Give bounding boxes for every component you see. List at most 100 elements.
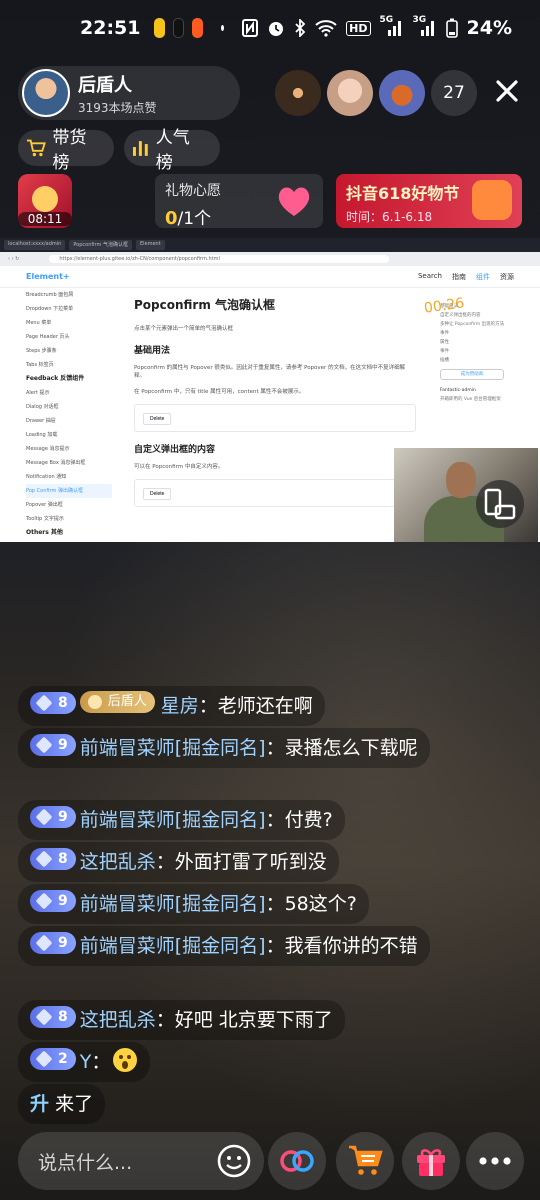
- chat-message[interactable]: 9 前端冒菜师[掘金同名]：58这个?: [18, 884, 369, 924]
- gift-wish-total: /1个: [177, 209, 212, 229]
- chat-username[interactable]: 这把乱杀: [80, 1009, 156, 1031]
- app-notification-icon: [154, 18, 166, 38]
- chat-input[interactable]: 说点什么...: [18, 1132, 264, 1190]
- sponsor-button[interactable]: 成为赞助商: [440, 369, 505, 380]
- host-likes: 3193本场点赞: [78, 100, 157, 115]
- upgrade-icon: 升: [30, 1093, 50, 1115]
- shop-button[interactable]: [336, 1132, 394, 1190]
- toc-item[interactable]: 事件: [440, 329, 504, 338]
- sidebar-item[interactable]: Menu 菜单: [26, 316, 112, 330]
- toc-item[interactable]: 多种让 Popconfirm 出现的方法: [440, 320, 504, 329]
- chat-username[interactable]: 前端冒菜师[掘金同名]: [80, 809, 266, 831]
- link-button[interactable]: [268, 1132, 326, 1190]
- chat-text: ：好吧 北京要下雨了: [155, 1009, 333, 1031]
- level-badge: 8: [30, 848, 76, 870]
- sidebar-item[interactable]: Dialog 对话框: [26, 400, 112, 414]
- toc-item[interactable]: 插槽: [440, 356, 504, 365]
- rotate-screen-button[interactable]: [476, 480, 524, 528]
- signal-3g-icon: 3G: [413, 15, 437, 38]
- popular-rank-label: 人气榜: [155, 128, 190, 173]
- chat-message[interactable]: 9 前端冒菜师[掘金同名]：付费?: [18, 800, 345, 840]
- chat-message[interactable]: 9 前端冒菜师[掘金同名]：我看你讲的不错: [18, 926, 430, 966]
- chat-message[interactable]: 9 前端冒菜师[掘金同名]：录播怎么下载呢: [18, 728, 430, 768]
- sidebar-item[interactable]: Drawer 抽屉: [26, 414, 112, 428]
- toc-item[interactable]: 事件: [440, 347, 504, 356]
- chat-username[interactable]: 前端冒菜师[掘金同名]: [80, 737, 266, 759]
- chat-message[interactable]: 2 Y：: [18, 1042, 151, 1082]
- bottom-bar: 说点什么...: [0, 1132, 540, 1192]
- diamond-icon: [35, 808, 53, 826]
- sidebar-item[interactable]: Page Header 页头: [26, 330, 112, 344]
- chat-username[interactable]: 星房: [161, 695, 199, 717]
- doc-section-title: 基础用法: [134, 346, 171, 356]
- chat-username[interactable]: 前端冒菜师[掘金同名]: [80, 935, 266, 957]
- level-badge: 9: [30, 734, 76, 756]
- more-notifications-dot: [221, 25, 225, 31]
- chat-text: ：外面打雷了听到没: [155, 851, 327, 873]
- goods-rank-button[interactable]: 带货榜: [18, 128, 114, 173]
- viewer-avatar[interactable]: [275, 70, 321, 116]
- browser-tab[interactable]: Popconfirm 气泡确认框: [69, 240, 132, 250]
- shared-screen: localhost:xxxx/admin Popconfirm 气泡确认框 El…: [0, 238, 540, 542]
- rotate-icon: [484, 488, 516, 520]
- sidebar-item[interactable]: Steps 步骤条: [26, 344, 112, 358]
- sidebar-item[interactable]: Notification 通知: [26, 470, 112, 484]
- ad-title[interactable]: Fantastic-admin: [440, 386, 504, 395]
- diamond-icon: [35, 934, 53, 952]
- host-card[interactable]: 后盾人 3193本场点赞: [18, 66, 240, 120]
- browser-tab[interactable]: Element: [135, 240, 165, 250]
- gift-wish-card[interactable]: 礼物心愿 0/1个: [155, 174, 323, 229]
- sidebar-item[interactable]: Popover 弹出框: [26, 498, 112, 512]
- chat-username[interactable]: Y: [80, 1051, 92, 1073]
- sidebar-item[interactable]: Alert 提示: [26, 386, 112, 400]
- sidebar-item[interactable]: Tabs 标签页: [26, 358, 112, 372]
- chat-text: ：: [91, 1051, 111, 1073]
- search-box[interactable]: Search: [418, 272, 442, 282]
- sidebar-item[interactable]: Dropdown 下拉菜单: [26, 302, 112, 316]
- emoji-icon[interactable]: [216, 1143, 252, 1179]
- chat-message[interactable]: 8 这把乱杀：外面打雷了听到没: [18, 842, 339, 882]
- diamond-icon: [35, 1050, 53, 1068]
- sidebar-item[interactable]: Loading 加载: [26, 428, 112, 442]
- sidebar-item[interactable]: Message 消息提示: [26, 442, 112, 456]
- gift-icon: [417, 1149, 445, 1176]
- chat-message[interactable]: 8 这把乱杀：好吧 北京要下雨了: [18, 1000, 345, 1040]
- promo-banner[interactable]: 抖音618好物节 时间：6.1-6.18: [336, 174, 522, 228]
- nav-resource[interactable]: 资源: [500, 272, 514, 282]
- nav-component[interactable]: 组件: [476, 272, 490, 282]
- chat-text: ：我看你讲的不错: [265, 935, 418, 957]
- address-url[interactable]: https://element-plus.gitee.io/zh-CN/comp…: [49, 255, 390, 263]
- sidebar-item[interactable]: Tooltip 文字提示: [26, 512, 112, 526]
- chat-username[interactable]: 这把乱杀: [80, 851, 156, 873]
- viewer-avatar[interactable]: [327, 70, 373, 116]
- host-avatar[interactable]: [22, 69, 70, 117]
- delete-button[interactable]: Delete: [143, 488, 172, 500]
- viewer-avatar[interactable]: [379, 70, 425, 116]
- battery-icon: [445, 18, 458, 38]
- diamond-icon: [35, 892, 53, 910]
- close-icon[interactable]: [492, 76, 522, 106]
- upgrade-notice: 升 来了: [18, 1084, 106, 1124]
- sidebar-group-title: Others 其他: [26, 529, 63, 536]
- status-bar: 22:51 HD 5G 3G 24%: [0, 0, 540, 56]
- chat-username[interactable]: 前端冒菜师[掘金同名]: [80, 893, 266, 915]
- viewer-count[interactable]: 27: [431, 70, 477, 116]
- gift-button[interactable]: [402, 1132, 460, 1190]
- chat-text: ：58这个?: [265, 893, 357, 915]
- sidebar-item[interactable]: Breadcrumb 面包屑: [26, 288, 112, 302]
- element-logo: Element+: [26, 272, 70, 281]
- sidebar-item-active[interactable]: Pop Confirm 弹出确认框: [26, 484, 112, 498]
- more-button[interactable]: [466, 1132, 524, 1190]
- browser-tab[interactable]: localhost:xxxx/admin: [4, 240, 66, 250]
- popular-rank-button[interactable]: 人气榜: [124, 128, 220, 173]
- sidebar-item[interactable]: Message Box 消息弹出框: [26, 456, 112, 470]
- toc-item[interactable]: 属性: [440, 338, 504, 347]
- nav-guide[interactable]: 指南: [452, 272, 466, 282]
- chat-message[interactable]: 8 后盾人 星房：老师还在啊: [18, 686, 325, 726]
- cart-small-icon: [26, 139, 46, 157]
- chat-text: ：老师还在啊: [198, 695, 313, 717]
- wifi-icon: [315, 19, 337, 37]
- delete-button[interactable]: Delete: [143, 413, 172, 425]
- chat-input-placeholder: 说点什么...: [38, 1151, 133, 1174]
- level-badge: 8: [30, 1006, 76, 1028]
